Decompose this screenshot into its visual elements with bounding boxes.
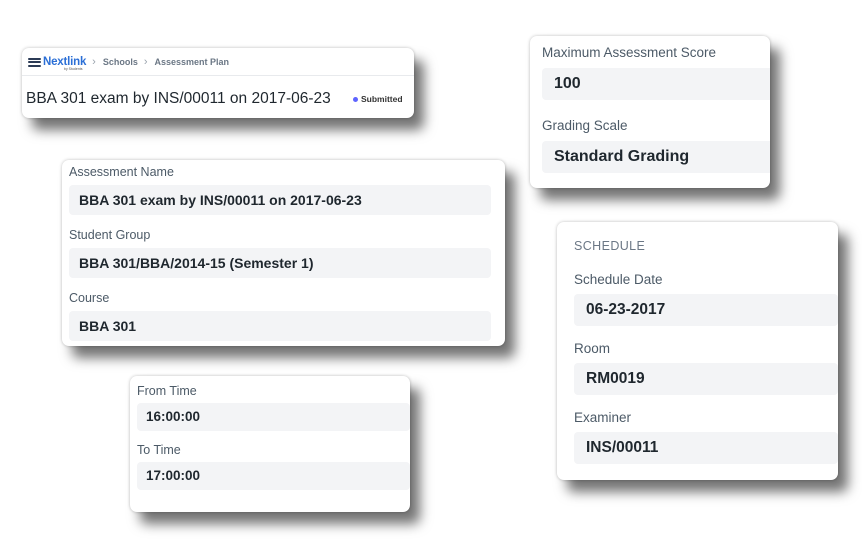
schedule-date-field[interactable]: 06-23-2017	[574, 294, 838, 326]
status-badge: Submitted	[353, 94, 403, 104]
logo-subtext: by Students	[64, 67, 83, 71]
room-label: Room	[574, 341, 611, 356]
chevron-right-icon: ›	[143, 56, 148, 68]
to-time-field[interactable]: 17:00:00	[137, 462, 410, 490]
header-divider	[22, 75, 414, 76]
from-time-label: From Time	[137, 384, 197, 398]
scoring-card: Maximum Assessment Score 100 Grading Sca…	[530, 36, 770, 188]
logo-icon	[28, 57, 42, 67]
schedule-card: SCHEDULE Schedule Date 06-23-2017 Room R…	[557, 222, 838, 480]
chevron-right-icon: ›	[92, 56, 96, 68]
page-title: BBA 301 exam by INS/00011 on 2017-06-23	[26, 90, 331, 107]
max-score-label: Maximum Assessment Score	[542, 45, 717, 60]
student-group-label: Student Group	[69, 228, 151, 242]
time-card: From Time 16:00:00 To Time 17:00:00	[130, 376, 410, 512]
examiner-label: Examiner	[574, 410, 632, 425]
assessment-name-field[interactable]: BBA 301 exam by INS/00011 on 2017-06-23	[69, 185, 491, 215]
schedule-section-title: SCHEDULE	[574, 239, 646, 253]
header-card: Nextlink by Students › Schools › Assessm…	[22, 48, 414, 118]
breadcrumb-item-schools[interactable]: Schools	[103, 57, 138, 67]
to-time-label: To Time	[137, 443, 181, 457]
course-field[interactable]: BBA 301	[69, 311, 491, 341]
from-time-field[interactable]: 16:00:00	[137, 403, 410, 431]
room-field[interactable]: RM0019	[574, 363, 838, 395]
student-group-field[interactable]: BBA 301/BBA/2014-15 (Semester 1)	[69, 248, 491, 278]
breadcrumb: Nextlink by Students › Schools › Assessm…	[28, 54, 230, 71]
status-text: Submitted	[361, 94, 403, 104]
schedule-date-label: Schedule Date	[574, 272, 663, 287]
grading-scale-field[interactable]: Standard Grading	[542, 141, 770, 173]
assessment-name-label: Assessment Name	[69, 165, 174, 179]
status-dot-icon	[353, 96, 358, 102]
grading-scale-label: Grading Scale	[542, 118, 628, 133]
breadcrumb-item-assessment-plan[interactable]: Assessment Plan	[155, 57, 230, 67]
max-score-field[interactable]: 100	[542, 68, 770, 100]
examiner-field[interactable]: INS/00011	[574, 432, 838, 464]
course-label: Course	[69, 291, 110, 305]
assessment-details-card: Assessment Name BBA 301 exam by INS/0001…	[62, 160, 505, 346]
